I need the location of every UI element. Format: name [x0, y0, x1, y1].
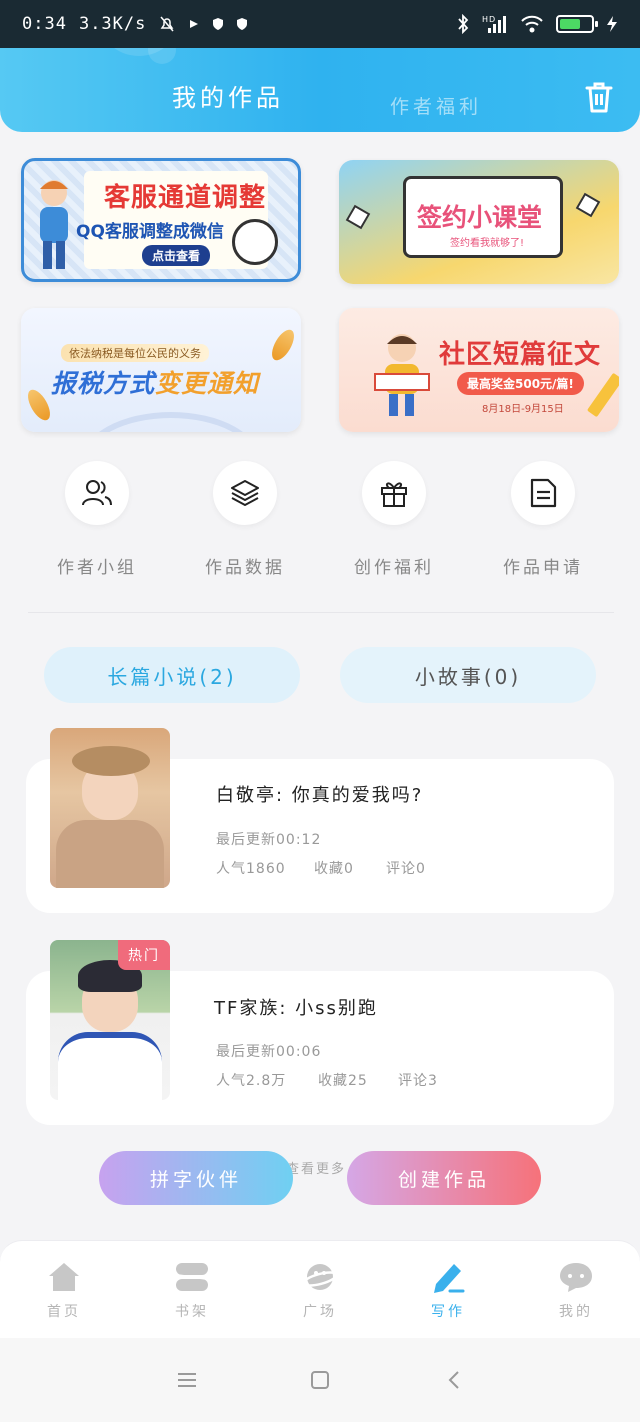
- nav-label: 书架: [175, 1304, 209, 1320]
- tab-my-works[interactable]: 我的作品: [172, 78, 284, 113]
- signal-icon: HD: [482, 14, 508, 34]
- users-icon: [65, 461, 129, 525]
- pen-icon: [430, 1259, 466, 1295]
- trash-icon[interactable]: [584, 82, 614, 114]
- prize-pill: 最高奖金500元/篇!: [457, 372, 584, 395]
- banner-tag: 依法纳税是每位公民的义务: [61, 344, 209, 362]
- document-icon: [511, 461, 575, 525]
- nav-label: 我的: [559, 1304, 593, 1320]
- cartoon-boy-illustration: [30, 175, 78, 275]
- status-bar: 0:34 3.3K/s HD: [0, 0, 640, 48]
- banner-title: 社区短篇征文: [439, 340, 602, 370]
- action-label: 作品数据: [205, 558, 285, 578]
- charging-icon: [606, 15, 618, 33]
- work-last-updated: 最后更新00:12: [216, 832, 322, 848]
- banner-tax-notice[interactable]: 依法纳税是每位公民的义务 报税方式变更通知: [21, 308, 301, 432]
- nav-bookshelf[interactable]: 书架: [152, 1259, 232, 1321]
- banner-short-story-contest[interactable]: 社区短篇征文 最高奖金500元/篇! 8月18日-9月15日: [339, 308, 619, 432]
- mute-bell-icon: [158, 15, 176, 33]
- home-icon: [46, 1259, 82, 1295]
- decorative-cube: [345, 204, 371, 230]
- tab-long-novels[interactable]: 长篇小说(2): [44, 647, 300, 703]
- nav-home[interactable]: 首页: [24, 1259, 104, 1321]
- view-details-button[interactable]: 点击查看: [142, 245, 211, 266]
- cover-figure: [72, 746, 150, 776]
- create-work-button[interactable]: 创建作品: [347, 1151, 541, 1205]
- banner-title: 报税方式变更通知: [51, 364, 259, 400]
- banner-subtitle: 签约看我就够了!: [450, 238, 525, 249]
- tab-short-stories[interactable]: 小故事(0): [340, 647, 596, 703]
- work-comments: 评论3: [398, 1073, 438, 1089]
- bookshelf-icon: [174, 1259, 210, 1295]
- cover-figure: [56, 820, 164, 888]
- action-creation-benefits[interactable]: 创作福利: [334, 461, 454, 578]
- battery-icon: [556, 15, 598, 33]
- hot-badge: 热门: [118, 940, 170, 970]
- layers-icon: [213, 461, 277, 525]
- work-comments: 评论0: [386, 861, 426, 877]
- banner-title-part: 报税方式: [51, 369, 156, 398]
- nav-mine[interactable]: 我的: [536, 1259, 616, 1321]
- work-title[interactable]: 白敬亭: 你真的爱我吗?: [216, 781, 423, 807]
- megaphone-icon: [232, 219, 278, 265]
- work-favorites: 收藏25: [318, 1073, 368, 1089]
- action-label: 创作福利: [354, 558, 434, 578]
- action-label: 作者小组: [57, 558, 137, 578]
- network-label: HD: [482, 15, 496, 24]
- work-favorites: 收藏0: [314, 861, 354, 877]
- action-work-application[interactable]: 作品申请: [483, 461, 603, 578]
- gift-icon: [362, 461, 426, 525]
- banner-title-highlight: 变更通知: [155, 369, 260, 398]
- action-label: 作品申请: [503, 558, 583, 578]
- status-time: 0:34: [22, 14, 67, 34]
- pencil-icon: [586, 372, 619, 418]
- decorative-arc: [81, 412, 261, 432]
- tab-author-benefits[interactable]: 作者福利: [390, 92, 482, 119]
- app-notification-icon: [188, 18, 200, 30]
- contest-dates: 8月18日-9月15日: [482, 404, 564, 415]
- status-speed: 3.3K/s: [78, 14, 147, 34]
- writing-partner-button[interactable]: 拼字伙伴: [99, 1151, 293, 1205]
- chat-icon: [558, 1259, 594, 1295]
- nav-write[interactable]: 写作: [408, 1259, 488, 1321]
- nav-label: 首页: [47, 1304, 81, 1320]
- action-work-data[interactable]: 作品数据: [185, 461, 305, 578]
- decorative-leaf: [23, 386, 55, 424]
- bluetooth-icon: [456, 14, 470, 34]
- banner-signing-class[interactable]: 签约小课堂 签约看我就够了!: [339, 160, 619, 284]
- home-square-icon[interactable]: [308, 1368, 332, 1392]
- decorative-cube: [575, 192, 601, 218]
- nav-label: 写作: [431, 1304, 465, 1320]
- work-title[interactable]: TF家族: 小ss别跑: [214, 994, 378, 1020]
- cartoon-reader-illustration: [371, 328, 433, 418]
- banner-subtitle: QQ客服调整成微信: [76, 222, 224, 242]
- back-icon[interactable]: [442, 1368, 466, 1392]
- cover-figure: [58, 1032, 162, 1100]
- nav-plaza[interactable]: 广场: [280, 1259, 360, 1321]
- shield-icon: [212, 17, 224, 31]
- wifi-icon: [520, 14, 544, 34]
- bottom-navigation: 首页 书架 广场 写作 我的: [0, 1240, 640, 1338]
- system-navigation-bar: [0, 1338, 640, 1422]
- header-tabs: 我的作品 作者福利: [0, 78, 640, 122]
- shield-icon: [236, 17, 248, 31]
- work-popularity: 人气1860: [216, 861, 286, 877]
- planet-icon: [302, 1259, 338, 1295]
- decorative-leaf: [267, 326, 299, 364]
- work-popularity: 人气2.8万: [216, 1073, 287, 1089]
- work-last-updated: 最后更新00:06: [216, 1044, 322, 1060]
- work-cover-image[interactable]: [50, 728, 170, 888]
- banner-title: 签约小课堂: [417, 203, 543, 232]
- banner-customer-service[interactable]: 客服通道调整 QQ客服调整成微信 点击查看: [21, 158, 301, 282]
- menu-icon[interactable]: [175, 1368, 199, 1392]
- view-more-link[interactable]: 查看更多: [286, 1158, 346, 1177]
- action-author-group[interactable]: 作者小组: [37, 461, 157, 578]
- nav-label: 广场: [303, 1304, 337, 1320]
- divider: [28, 612, 614, 613]
- banner-title: 客服通道调整: [104, 183, 267, 213]
